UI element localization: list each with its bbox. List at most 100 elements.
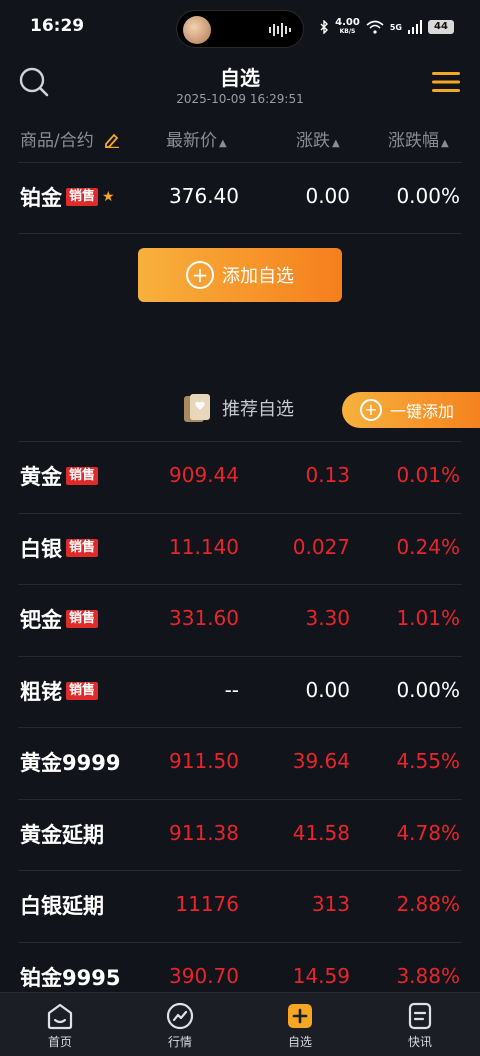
recommend-row[interactable]: 白银 销售 11.140 0.027 0.24% [0, 515, 480, 585]
change-value: 0.13 [305, 463, 350, 487]
change-value: 0.00 [305, 184, 350, 208]
price-value: 909.44 [169, 463, 239, 487]
menu-icon[interactable] [432, 70, 460, 94]
divider [18, 942, 462, 943]
instrument-name: 白银延期 [20, 894, 104, 918]
instrument-name: 铂金 销售 ★ [20, 186, 115, 210]
divider [18, 584, 462, 585]
recommend-row[interactable]: 黄金 销售 909.44 0.13 0.01% [0, 443, 480, 513]
price-value: 11176 [175, 892, 239, 916]
divider [18, 233, 462, 234]
status-time: 16:29 [30, 16, 85, 36]
instrument-name: 铂金9995 [20, 966, 121, 990]
page-datetime: 2025-10-09 16:29:51 [176, 92, 304, 106]
audio-wave-icon [269, 23, 291, 37]
price-value: 911.50 [169, 749, 239, 773]
change-pct-value: 0.24% [396, 535, 460, 559]
change-pct-value: 4.78% [396, 821, 460, 845]
recommend-row[interactable]: 白银延期 11176 313 2.88% [0, 872, 480, 942]
instrument-name: 黄金 销售 [20, 461, 99, 491]
sort-icon: ▲ [219, 138, 227, 149]
page-header: 自选 2025-10-09 16:29:51 [0, 56, 480, 112]
bluetooth-icon [320, 20, 329, 34]
change-pct-value: 0.00% [396, 678, 460, 702]
divider [18, 513, 462, 514]
recommend-icon [184, 394, 210, 422]
market-icon [166, 1002, 194, 1030]
change-value: 0.027 [292, 535, 350, 559]
change-pct-value: 2.88% [396, 892, 460, 916]
sale-tag: 销售 [66, 610, 99, 628]
price-value: -- [224, 678, 239, 702]
home-icon [47, 1003, 73, 1030]
recommend-title: 推荐自选 [222, 399, 294, 420]
divider [18, 727, 462, 728]
sale-tag: 销售 [66, 682, 99, 700]
wifi-icon [366, 20, 384, 34]
change-value: 41.58 [292, 821, 350, 845]
add-watchlist-button[interactable]: + 添加自选 [138, 248, 342, 302]
sale-tag: 销售 [66, 539, 99, 557]
change-pct-value: 1.01% [396, 606, 460, 630]
recommend-header: 推荐自选 [182, 392, 294, 424]
star-icon: ★ [102, 189, 115, 205]
instrument-name: 黄金延期 [20, 823, 104, 847]
price-value: 911.38 [169, 821, 239, 845]
watchlist-row[interactable]: 铂金 销售 ★ 376.40 0.00 0.00% [0, 164, 480, 234]
nav-news[interactable]: 快讯 [380, 1001, 460, 1050]
instrument-name: 黄金9999 [20, 751, 121, 775]
change-pct-value: 0.00% [396, 184, 460, 208]
news-icon [408, 1002, 432, 1030]
signal-icon [408, 20, 422, 34]
network-type: 5G [389, 22, 402, 32]
change-value: 3.30 [305, 606, 350, 630]
recommend-row[interactable]: 钯金 销售 331.60 3.30 1.01% [0, 586, 480, 656]
price-value: 331.60 [169, 606, 239, 630]
divider [18, 162, 462, 163]
divider [18, 870, 462, 871]
sort-icon: ▲ [332, 138, 340, 149]
status-bar: 16:29 4.00 KB/S 5G 44 [0, 0, 480, 56]
nav-home[interactable]: 首页 [20, 1001, 100, 1050]
change-value: 313 [311, 892, 350, 916]
change-pct-value: 0.01% [396, 463, 460, 487]
sort-icon: ▲ [441, 138, 449, 149]
page-title: 自选 [220, 66, 260, 90]
one-key-add-button[interactable]: + 一键添加 [342, 392, 480, 428]
status-icons: 4.00 KB/S 5G 44 [319, 18, 454, 36]
sale-tag: 销售 [66, 467, 99, 485]
price-value: 376.40 [169, 184, 239, 208]
recommend-row[interactable]: 粗铑 销售 -- 0.00 0.00% [0, 658, 480, 728]
divider [18, 656, 462, 657]
column-price[interactable]: 最新价 ▲ [166, 126, 227, 151]
divider [18, 799, 462, 800]
bottom-nav: 首页 行情 自选 快讯 [0, 992, 480, 1056]
divider [18, 441, 462, 442]
change-value: 39.64 [292, 749, 350, 773]
price-value: 11.140 [169, 535, 239, 559]
change-value: 14.59 [292, 964, 350, 988]
plus-circle-icon: + [186, 261, 214, 289]
price-value: 390.70 [169, 964, 239, 988]
column-change[interactable]: 涨跌 ▲ [296, 126, 340, 151]
nav-watchlist[interactable]: 自选 [260, 1001, 340, 1050]
instrument-name: 钯金 销售 [20, 604, 99, 634]
change-pct-value: 3.88% [396, 964, 460, 988]
change-pct-value: 4.55% [396, 749, 460, 773]
battery-indicator: 44 [428, 20, 454, 34]
instrument-name: 白银 销售 [20, 533, 99, 563]
recommend-row[interactable]: 黄金延期 911.38 41.58 4.78% [0, 801, 480, 871]
plus-circle-icon: + [360, 399, 382, 421]
column-header: 商品/合约 最新价 ▲ 涨跌 ▲ 涨跌幅 ▲ [0, 118, 480, 158]
change-value: 0.00 [305, 678, 350, 702]
column-change-pct[interactable]: 涨跌幅 ▲ [388, 126, 449, 151]
column-name: 商品/合约 [20, 126, 121, 151]
recommend-row[interactable]: 黄金9999 911.50 39.64 4.55% [0, 729, 480, 799]
net-speed: 4.00 KB/S [335, 17, 360, 36]
edit-icon[interactable] [103, 132, 121, 149]
media-avatar [183, 16, 211, 44]
nav-market[interactable]: 行情 [140, 1001, 220, 1050]
instrument-name: 粗铑 销售 [20, 676, 99, 706]
sale-tag: 销售 [66, 188, 99, 206]
dynamic-island [176, 10, 304, 48]
